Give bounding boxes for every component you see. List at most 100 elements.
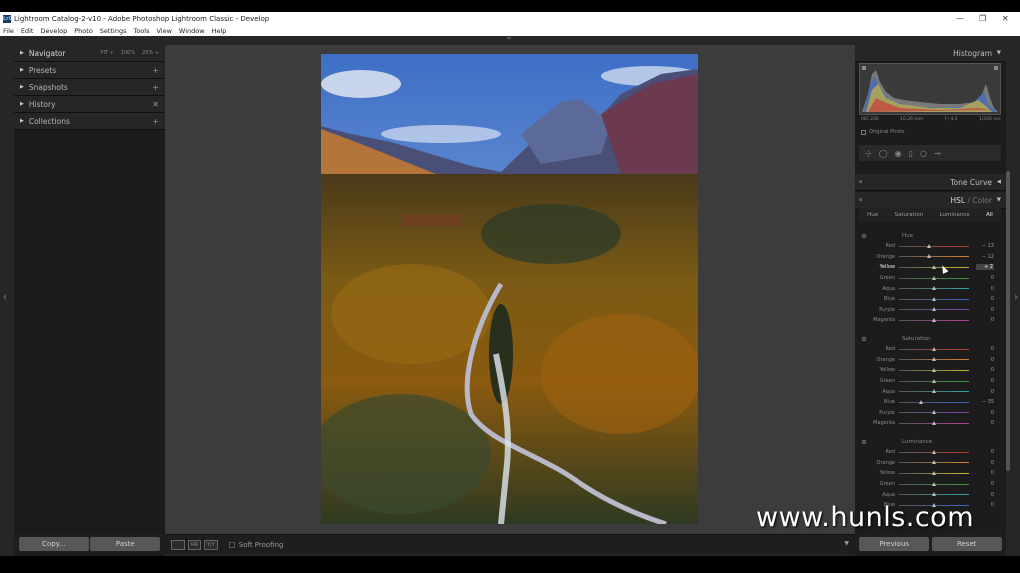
slider-value[interactable]: 0	[976, 410, 994, 416]
slider-value[interactable]: + 2	[976, 264, 994, 271]
slider-handle[interactable]	[931, 492, 936, 497]
slider-track[interactable]	[899, 410, 969, 415]
slider-track[interactable]	[899, 470, 969, 475]
right-panel-toggle-icon[interactable]	[1015, 294, 1018, 300]
right-panel-scrollbar[interactable]	[1006, 171, 1010, 471]
add-collection-icon[interactable]: +	[152, 117, 159, 126]
slider-handle[interactable]	[927, 254, 932, 259]
panel-switch-icon[interactable]: ▪	[859, 197, 862, 203]
slider-luminance-red[interactable]: Red 0	[855, 447, 1006, 458]
slider-luminance-yellow[interactable]: Yellow 0	[855, 468, 1006, 479]
top-panel-toggle-icon[interactable]	[506, 37, 512, 40]
slider-hue-purple[interactable]: Purple 0	[855, 305, 1006, 316]
slider-saturation-aqua[interactable]: Aqua 0	[855, 386, 1006, 397]
slider-value[interactable]: 0	[976, 389, 994, 395]
menu-tools[interactable]: Tools	[133, 27, 149, 35]
clear-history-icon[interactable]: ✕	[152, 100, 159, 109]
slider-track[interactable]	[899, 275, 969, 280]
slider-value[interactable]: 0	[976, 420, 994, 426]
slider-luminance-green[interactable]: Green 0	[855, 479, 1006, 490]
slider-handle[interactable]	[931, 410, 936, 415]
slider-handle[interactable]	[931, 470, 936, 475]
slider-value[interactable]: 0	[976, 470, 994, 476]
zoom-25[interactable]: 25% ÷	[142, 50, 159, 56]
slider-value[interactable]: 0	[976, 367, 994, 373]
slider-saturation-orange[interactable]: Orange 0	[855, 355, 1006, 366]
slider-hue-green[interactable]: Green 0	[855, 273, 1006, 284]
slider-track[interactable]	[899, 264, 969, 269]
slider-value[interactable]: 0	[976, 492, 994, 498]
image-viewer[interactable]	[165, 45, 855, 534]
slider-value[interactable]: 0	[976, 502, 994, 508]
histogram-header[interactable]: Histogram ▼	[855, 45, 1006, 62]
reset-button[interactable]: Reset	[931, 537, 1002, 551]
slider-track[interactable]	[899, 399, 969, 404]
slider-handle[interactable]	[932, 264, 937, 269]
slider-track[interactable]	[899, 492, 969, 497]
previous-button[interactable]: Previous	[859, 537, 930, 551]
menu-window[interactable]: Window	[179, 27, 205, 35]
crop-tool-icon[interactable]: ⊹	[865, 149, 872, 158]
slider-track[interactable]	[899, 296, 969, 301]
slider-handle[interactable]	[931, 367, 936, 372]
menu-edit[interactable]: Edit	[21, 27, 34, 35]
slider-value[interactable]: − 12	[976, 254, 994, 260]
slider-value[interactable]: 0	[976, 481, 994, 487]
slider-handle[interactable]	[931, 275, 936, 280]
left-panel-toggle-icon[interactable]	[3, 294, 6, 300]
slider-luminance-orange[interactable]: Orange 0	[855, 458, 1006, 469]
photo-preview[interactable]	[321, 54, 698, 524]
zoom-fit[interactable]: FIT ÷	[101, 50, 114, 56]
slider-handle[interactable]	[931, 346, 936, 351]
targeted-adjustment-icon[interactable]	[862, 337, 866, 341]
slider-track[interactable]	[899, 420, 969, 425]
targeted-adjustment-icon[interactable]	[862, 234, 866, 238]
panel-switch-icon[interactable]: ▪	[859, 179, 862, 185]
menu-photo[interactable]: Photo	[74, 27, 93, 35]
minimize-icon[interactable]: —	[956, 12, 964, 25]
slider-value[interactable]: 0	[976, 460, 994, 466]
radial-filter-icon[interactable]: ○	[920, 149, 927, 158]
slider-value[interactable]: 0	[976, 378, 994, 384]
adjustment-brush-icon[interactable]: ⊸	[934, 149, 941, 158]
navigator-header[interactable]: ▶ Navigator FIT ÷ 100% 25% ÷	[14, 45, 165, 62]
slider-saturation-yellow[interactable]: Yellow 0	[855, 365, 1006, 376]
menu-help[interactable]: Help	[212, 27, 227, 35]
slider-handle[interactable]	[931, 286, 936, 291]
loupe-view-icon[interactable]	[171, 539, 185, 550]
tab-saturation[interactable]: Saturation	[895, 212, 924, 218]
slider-hue-aqua[interactable]: Aqua 0	[855, 283, 1006, 294]
slider-handle[interactable]	[931, 449, 936, 454]
slider-value[interactable]: − 13	[976, 243, 994, 249]
tab-all[interactable]: All	[986, 212, 993, 218]
slider-track[interactable]	[899, 460, 969, 465]
slider-handle[interactable]	[931, 357, 936, 362]
slider-handle[interactable]	[931, 420, 936, 425]
before-after-view-button[interactable]: RR	[188, 539, 201, 550]
slider-value[interactable]: 0	[976, 307, 994, 313]
slider-track[interactable]	[899, 346, 969, 351]
red-eye-icon[interactable]: ◉	[895, 149, 902, 158]
menu-develop[interactable]: Develop	[40, 27, 67, 35]
tab-hue[interactable]: Hue	[867, 212, 878, 218]
slider-track[interactable]	[899, 357, 969, 362]
slider-hue-blue[interactable]: Blue 0	[855, 294, 1006, 305]
slider-track[interactable]	[899, 481, 969, 486]
slider-value[interactable]: 0	[976, 346, 994, 352]
slider-value[interactable]: − 35	[976, 399, 994, 405]
original-photo-toggle[interactable]: Original Photo	[861, 129, 904, 135]
slider-saturation-purple[interactable]: Purple 0	[855, 408, 1006, 419]
slider-handle[interactable]	[919, 399, 924, 404]
before-after-split-button[interactable]: Y|Y	[203, 539, 218, 550]
graduated-filter-icon[interactable]: ▯	[909, 149, 913, 158]
slider-value[interactable]: 0	[976, 286, 994, 292]
slider-track[interactable]	[899, 367, 969, 372]
copy-button[interactable]: Copy...	[18, 537, 89, 551]
tone-curve-header[interactable]: ▪ Tone Curve ◀	[855, 174, 1006, 191]
slider-track[interactable]	[899, 286, 969, 291]
slider-value[interactable]: 0	[976, 296, 994, 302]
menu-view[interactable]: View	[156, 27, 171, 35]
slider-saturation-red[interactable]: Red 0	[855, 344, 1006, 355]
soft-proofing-checkbox[interactable]	[228, 541, 235, 548]
presets-header[interactable]: ▶ Presets +	[14, 62, 165, 79]
